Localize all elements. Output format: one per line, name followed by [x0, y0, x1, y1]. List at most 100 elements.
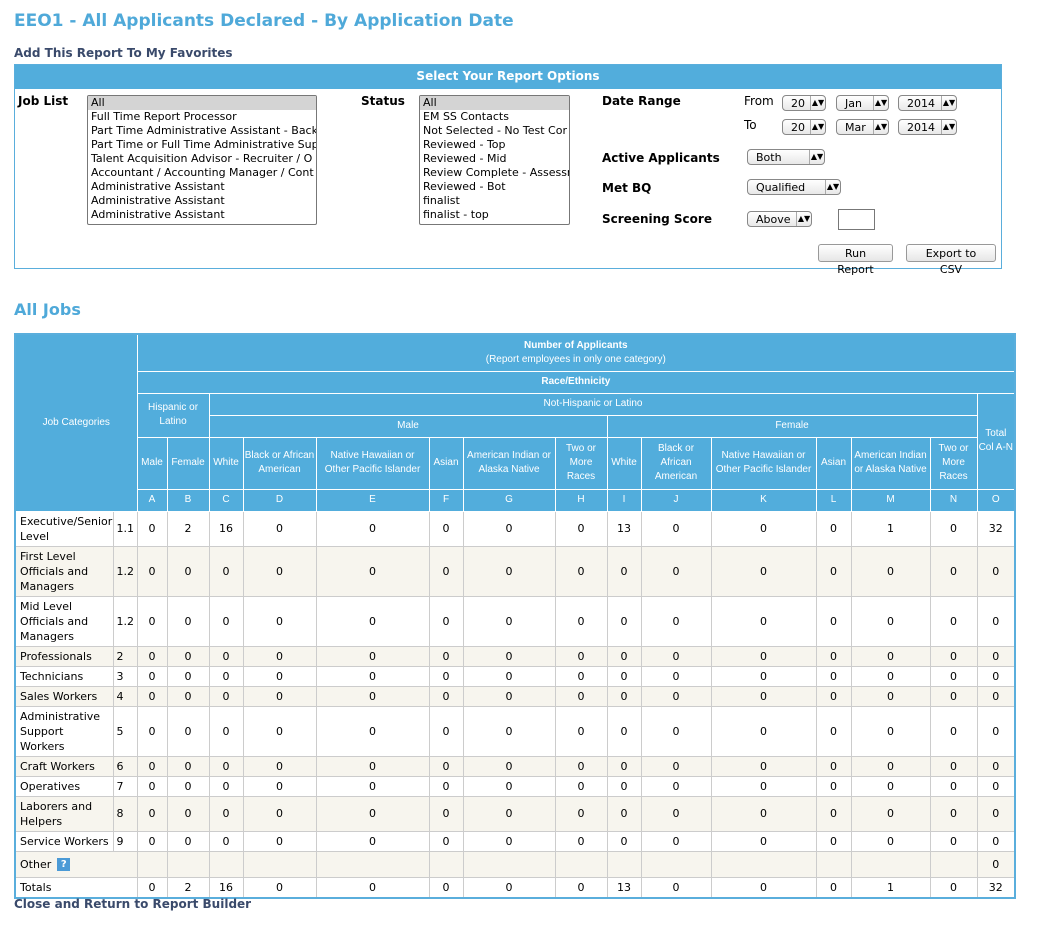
job-list-option[interactable]: Part Time or Full Time Administrative Su…	[88, 138, 316, 152]
table-cell: 0	[710, 705, 817, 757]
column-letter: H	[554, 488, 608, 512]
table-cell: 0	[976, 665, 1016, 687]
table-cell: 0	[710, 665, 817, 687]
table-cell: 0	[976, 755, 1016, 777]
table-cell: 0	[554, 830, 608, 852]
table-cell: 0	[166, 685, 210, 707]
from-month-value: Jan	[845, 97, 862, 110]
table-cell	[166, 850, 210, 878]
table-cell: 0	[850, 645, 931, 667]
table-cell: 0	[554, 795, 608, 832]
table-cell: 0	[208, 775, 244, 797]
table-cell: 0	[929, 775, 978, 797]
table-cell: 0	[166, 705, 210, 757]
job-categories-header: Job Categories	[14, 333, 138, 512]
table-cell	[850, 850, 931, 878]
eeo-report-table: Job Categories Number of Applicants (Repo…	[14, 333, 1017, 899]
table-cell	[315, 850, 430, 878]
to-year-select[interactable]: 2014 ▲▼	[898, 119, 957, 135]
column-letter: F	[428, 488, 464, 512]
table-cell: 0	[208, 595, 244, 647]
job-list-option[interactable]: Administrative Assistant	[88, 194, 316, 208]
table-cell	[710, 850, 817, 878]
column-letter: N	[929, 488, 978, 512]
updown-icon: ▲▼	[810, 96, 825, 110]
status-select[interactable]: All EM SS Contacts Not Selected - No Test …	[419, 95, 570, 225]
table-cell: 0	[606, 665, 642, 687]
status-option[interactable]: Review Complete - Assessr	[420, 166, 569, 180]
table-cell: 0	[208, 755, 244, 777]
total-cell: 0	[554, 876, 608, 898]
table-cell: 0	[428, 775, 464, 797]
job-list-option[interactable]: Administrative Assistant	[88, 180, 316, 194]
job-list-select[interactable]: All Full Time Report Processor Part Time A…	[87, 95, 317, 225]
screening-score-select[interactable]: Above ▲▼	[747, 211, 812, 227]
to-month-select[interactable]: Mar ▲▼	[836, 119, 889, 135]
status-option[interactable]: All	[420, 96, 569, 110]
table-cell: 0	[710, 545, 817, 597]
status-option[interactable]: finalist	[420, 194, 569, 208]
table-cell: 0	[166, 595, 210, 647]
table-cell: 0	[208, 705, 244, 757]
table-cell: 13	[606, 510, 642, 547]
job-list-option[interactable]: Full Time Report Processor	[88, 110, 316, 124]
screening-score-input[interactable]	[838, 209, 875, 230]
column-header: Female	[166, 436, 210, 490]
table-cell: 0	[554, 545, 608, 597]
run-report-button[interactable]: Run Report	[818, 244, 893, 276]
job-category-code: 3	[112, 665, 138, 687]
total-cell: 0	[315, 876, 430, 898]
table-cell: 0	[462, 645, 556, 667]
table-cell: 0	[815, 665, 852, 687]
job-list-option[interactable]: All	[88, 96, 316, 110]
job-category-name: Technicians	[14, 665, 114, 687]
active-applicants-select[interactable]: Both ▲▼	[747, 149, 825, 165]
status-option[interactable]: Not Selected - No Test Cor	[420, 124, 569, 138]
job-list-option[interactable]: Part Time Administrative Assistant - Bac…	[88, 124, 316, 138]
table-cell: 0	[640, 775, 712, 797]
job-category-name: Laborers and Helpers	[14, 795, 114, 832]
add-to-favorites-link[interactable]: Add This Report To My Favorites	[14, 46, 233, 60]
job-category-name: Sales Workers	[14, 685, 114, 707]
from-day-select[interactable]: 20 ▲▼	[782, 95, 826, 111]
from-month-select[interactable]: Jan ▲▼	[836, 95, 889, 111]
close-return-link[interactable]: Close and Return to Report Builder	[14, 897, 251, 911]
export-csv-button[interactable]: Export to CSV	[906, 244, 996, 276]
from-label: From	[744, 94, 774, 108]
met-bq-select[interactable]: Qualified ▲▼	[747, 179, 841, 195]
table-cell: 0	[462, 775, 556, 797]
table-cell	[929, 850, 978, 878]
job-list-option[interactable]: Administrative Assistant	[88, 208, 316, 222]
status-option[interactable]: Reviewed - Mid	[420, 152, 569, 166]
number-of-applicants-header: Number of Applicants (Report employees in…	[136, 333, 1016, 372]
table-cell: 0	[929, 685, 978, 707]
job-category-code: 1.2	[112, 595, 138, 647]
column-header: American Indian or Alaska Native	[462, 436, 556, 490]
table-cell: 0	[929, 705, 978, 757]
help-icon[interactable]: ?	[57, 858, 71, 871]
table-cell: 0	[710, 685, 817, 707]
table-cell	[815, 850, 852, 878]
table-cell: 0	[850, 685, 931, 707]
job-list-option[interactable]: Talent Acquisition Advisor - Recruiter /…	[88, 152, 316, 166]
table-cell: 0	[710, 830, 817, 852]
from-year-value: 2014	[907, 97, 935, 110]
from-year-select[interactable]: 2014 ▲▼	[898, 95, 957, 111]
table-cell: 0	[136, 830, 168, 852]
job-list-option[interactable]: Accountant / Accounting Manager / Cont	[88, 166, 316, 180]
status-option[interactable]: finalist - top	[420, 208, 569, 222]
job-category-code: 8	[112, 795, 138, 832]
updown-icon: ▲▼	[941, 96, 956, 110]
status-option[interactable]: EM SS Contacts	[420, 110, 569, 124]
table-cell: 0	[606, 685, 642, 707]
to-day-select[interactable]: 20 ▲▼	[782, 119, 826, 135]
hispanic-header: Hispanic or Latino	[136, 392, 210, 438]
status-option[interactable]: Reviewed - Top	[420, 138, 569, 152]
table-cell	[640, 850, 712, 878]
table-cell: 0	[976, 850, 1016, 878]
status-option[interactable]: Reviewed - Bot	[420, 180, 569, 194]
table-cell: 0	[242, 545, 317, 597]
table-cell: 0	[710, 595, 817, 647]
table-cell: 0	[815, 545, 852, 597]
table-row: Service Workers 9 0 0 0 0 0 0 0 0 0 0 0 0 0 0 0	[14, 830, 1016, 852]
